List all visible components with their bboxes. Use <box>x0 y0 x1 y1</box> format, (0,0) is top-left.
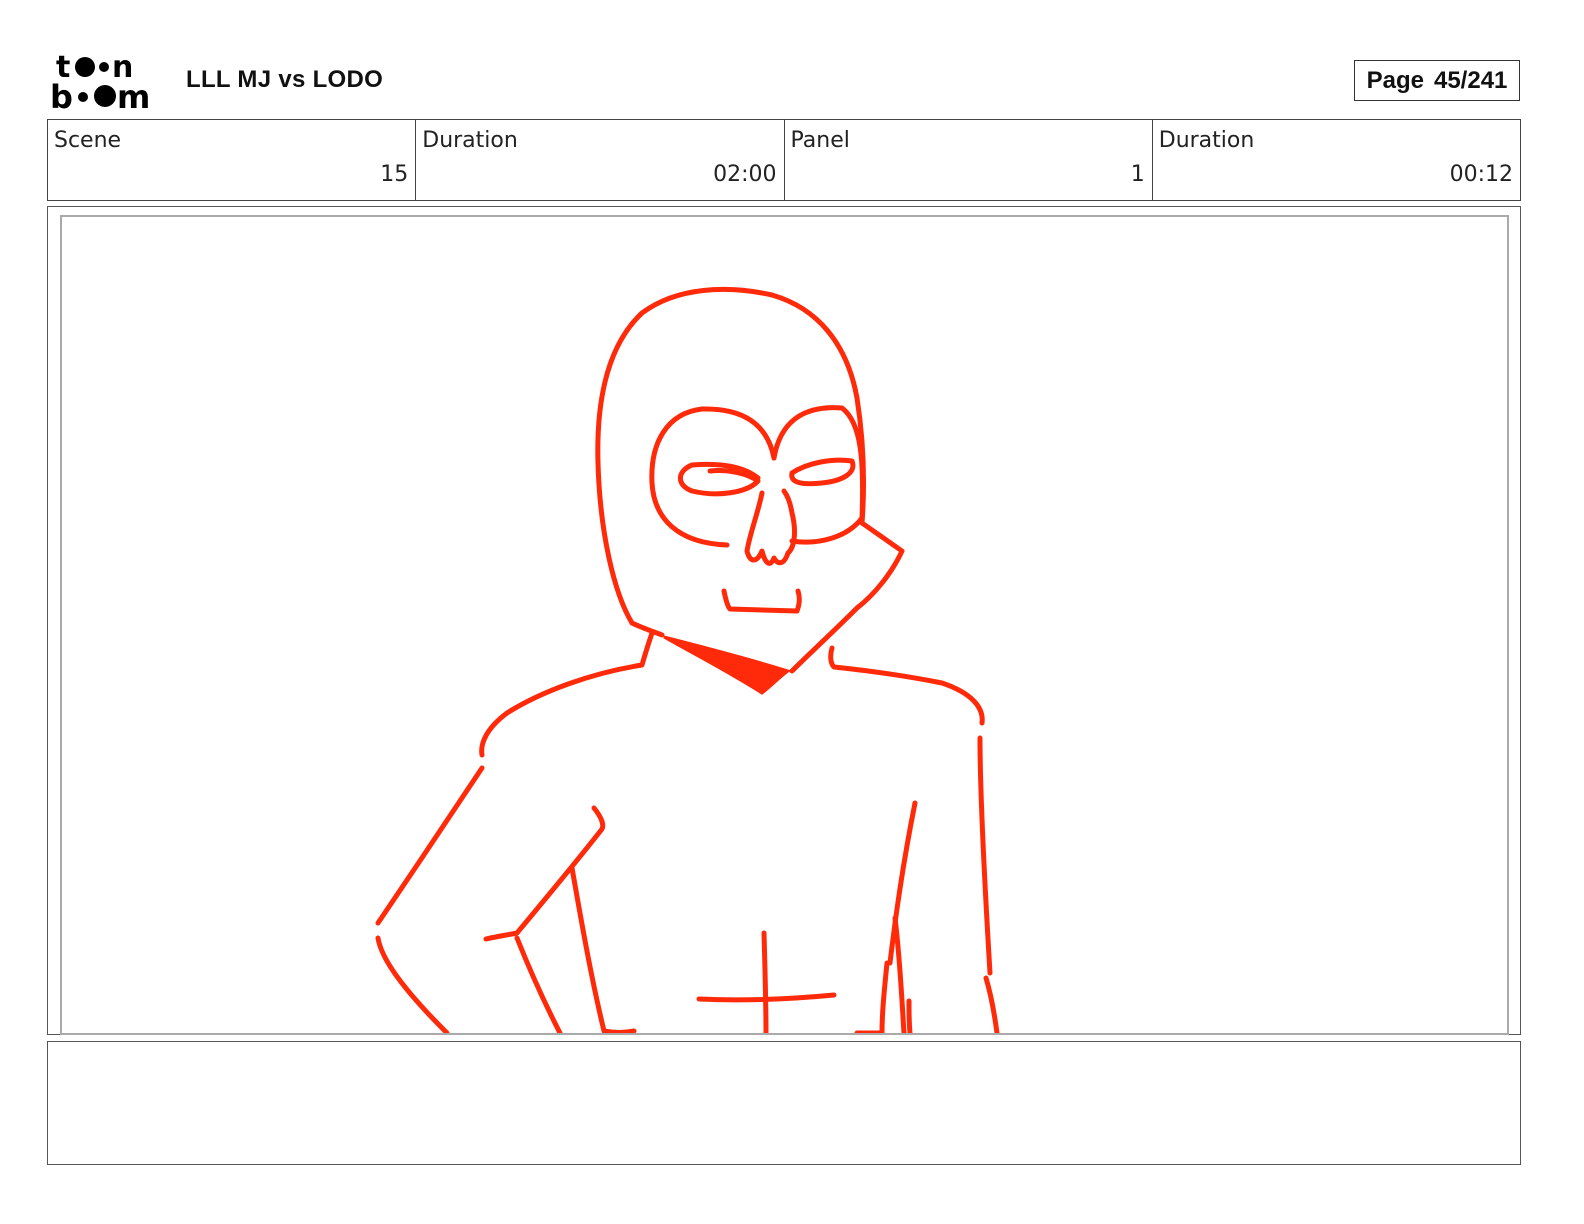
scene-duration-label: Duration <box>422 128 518 153</box>
left-arm-inner <box>483 805 606 942</box>
right-torso-outer <box>977 735 993 976</box>
panel-value: 1 <box>1130 162 1145 187</box>
storyboard-panel-frame <box>47 206 1521 1035</box>
page-counter: Page 45/241 <box>1354 60 1520 101</box>
toon-boom-logo: t n b m <box>50 50 165 116</box>
panel-caption-box <box>47 1041 1521 1165</box>
storyboard-panel-image <box>60 215 1509 1035</box>
panel-duration-cell: Duration 00:12 <box>1153 120 1520 200</box>
left-eye <box>677 461 761 497</box>
right-torso-lower <box>983 975 1000 1033</box>
hood-flap <box>789 520 905 674</box>
right-eye <box>789 457 856 487</box>
left-forearm <box>514 935 563 1033</box>
scene-duration-cell: Duration 02:00 <box>416 120 785 200</box>
svg-text:b: b <box>50 78 73 112</box>
page-number: 45/241 <box>1433 66 1508 94</box>
right-arm-line <box>892 915 907 1033</box>
page-label: Page <box>1366 66 1424 94</box>
project-title: LLL MJ vs LODO <box>186 66 384 93</box>
right-shoulder <box>828 645 985 726</box>
scene-value: 15 <box>380 162 409 187</box>
left-arm-lower <box>375 935 450 1033</box>
skull-nose <box>744 488 798 566</box>
right-torso-edge <box>854 960 890 1033</box>
right-arm-inner <box>887 800 918 966</box>
collar-fill <box>663 635 792 695</box>
center-vertical <box>761 930 769 1033</box>
panel-info-table: Scene 15 Duration 02:00 Panel 1 Duration… <box>47 119 1521 201</box>
left-shoulder <box>479 630 655 758</box>
mouth <box>721 588 802 614</box>
character-sketch <box>375 286 1000 1033</box>
panel-cell: Panel 1 <box>785 120 1153 200</box>
svg-text:m: m <box>117 78 150 112</box>
chin-line <box>629 620 665 638</box>
panel-duration-value: 00:12 <box>1449 162 1513 187</box>
panel-duration-label: Duration <box>1158 128 1255 153</box>
right-hip-mark <box>906 998 913 1033</box>
left-arm-outer <box>375 765 485 926</box>
panel-label: Panel <box>790 128 850 153</box>
scene-cell: Scene 15 <box>48 120 417 200</box>
scene-duration-value: 02:00 <box>713 162 777 187</box>
left-torso <box>569 865 637 1033</box>
head-outline <box>595 286 867 626</box>
scene-label: Scene <box>54 128 122 153</box>
